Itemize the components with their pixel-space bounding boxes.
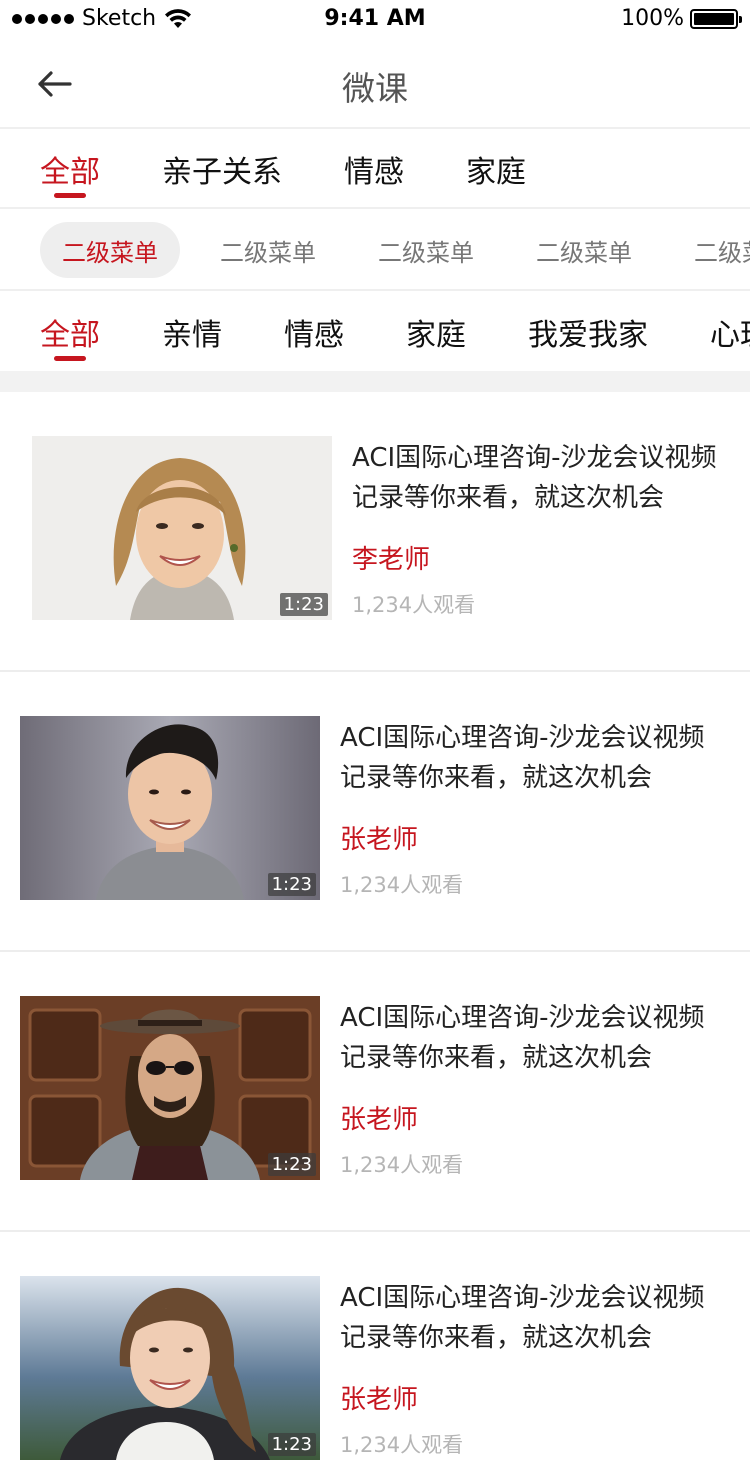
- tab-tertiary-family[interactable]: 家庭: [406, 293, 466, 371]
- video-duration: 1:23: [267, 1433, 316, 1456]
- battery-percent: 100%: [621, 6, 684, 31]
- tab-tertiary-emotion[interactable]: 情感: [284, 293, 344, 371]
- tab-label: 情感: [284, 318, 344, 353]
- tab-primary-all[interactable]: 全部: [40, 131, 100, 207]
- tab-primary-family[interactable]: 家庭: [466, 131, 526, 207]
- teacher-name[interactable]: 张老师: [340, 822, 720, 858]
- tab-label: 家庭: [466, 155, 526, 190]
- section-divider: [0, 371, 750, 392]
- status-bar: Sketch 9:41 AM 100%: [0, 0, 750, 40]
- course-info: ACI国际心理咨询-沙龙会议视频记录等你来看，就这次机会 李老师 1,234人观…: [352, 438, 732, 620]
- course-title[interactable]: ACI国际心理咨询-沙龙会议视频记录等你来看，就这次机会: [340, 1278, 720, 1358]
- tab-primary-emotion[interactable]: 情感: [344, 131, 404, 207]
- tab-label: 家庭: [406, 318, 466, 353]
- video-duration: 1:23: [267, 873, 316, 896]
- course-title[interactable]: ACI国际心理咨询-沙龙会议视频记录等你来看，就这次机会: [340, 718, 720, 798]
- course-info: ACI国际心理咨询-沙龙会议视频记录等你来看，就这次机会 张老师 1,234人观…: [340, 718, 720, 900]
- chip-secondary-1[interactable]: 二级菜单: [40, 222, 180, 278]
- course-thumbnail[interactable]: 1:23: [32, 436, 332, 620]
- view-count: 1,234人观看: [340, 873, 464, 897]
- teacher-name[interactable]: 张老师: [340, 1382, 720, 1418]
- tab-tertiary-kinship[interactable]: 亲情: [162, 293, 222, 371]
- tab-tertiary-love-home[interactable]: 我爱我家: [528, 293, 648, 371]
- tab-primary-parenting[interactable]: 亲子关系: [162, 131, 282, 207]
- active-tab-indicator: [54, 193, 86, 198]
- tertiary-category-tabs: 全部 亲情 情感 家庭 我爱我家 心理: [0, 293, 750, 371]
- course-info: ACI国际心理咨询-沙龙会议视频记录等你来看，就这次机会 张老师 1,234人观…: [340, 998, 720, 1180]
- tab-label: 全部: [40, 155, 100, 190]
- secondary-menu-chips: 二级菜单 二级菜单 二级菜单 二级菜单 二级菜单: [0, 211, 750, 291]
- chip-secondary-5[interactable]: 二级菜单: [672, 222, 750, 278]
- teacher-name[interactable]: 张老师: [340, 1102, 720, 1138]
- chip-secondary-4[interactable]: 二级菜单: [514, 222, 654, 278]
- tab-label: 我爱我家: [528, 318, 648, 353]
- view-count: 1,234人观看: [340, 1153, 464, 1177]
- active-tab-indicator: [54, 356, 86, 361]
- course-info: ACI国际心理咨询-沙龙会议视频记录等你来看，就这次机会 张老师 1,234人观…: [340, 1278, 720, 1460]
- chip-secondary-2[interactable]: 二级菜单: [198, 222, 338, 278]
- course-thumbnail[interactable]: 1:23: [20, 996, 320, 1180]
- primary-category-tabs: 全部 亲子关系 情感 家庭: [0, 131, 750, 209]
- tab-tertiary-psychology[interactable]: 心理: [710, 293, 750, 371]
- list-item[interactable]: 1:23 ACI国际心理咨询-沙龙会议视频记录等你来看，就这次机会 张老师 1,…: [0, 672, 750, 952]
- navigation-bar: 微课: [0, 40, 750, 129]
- view-count: 1,234人观看: [352, 593, 476, 617]
- list-item[interactable]: 1:23 ACI国际心理咨询-沙龙会议视频记录等你来看，就这次机会 张老师 1,…: [0, 952, 750, 1232]
- tab-label: 亲情: [162, 318, 222, 353]
- course-thumbnail[interactable]: 1:23: [20, 716, 320, 900]
- battery-icon: [690, 8, 742, 29]
- view-count: 1,234人观看: [340, 1433, 464, 1457]
- video-duration: 1:23: [267, 1153, 316, 1176]
- tab-label: 亲子关系: [162, 155, 282, 190]
- status-right: 100%: [621, 6, 742, 31]
- course-list: 1:23 ACI国际心理咨询-沙龙会议视频记录等你来看，就这次机会 李老师 1,…: [0, 392, 750, 1462]
- course-thumbnail[interactable]: 1:23: [20, 1276, 320, 1460]
- video-duration: 1:23: [279, 593, 328, 616]
- tab-tertiary-all[interactable]: 全部: [40, 293, 100, 371]
- course-title[interactable]: ACI国际心理咨询-沙龙会议视频记录等你来看，就这次机会: [340, 998, 720, 1078]
- tab-label: 全部: [40, 318, 100, 353]
- tab-label: 心理: [710, 318, 750, 353]
- list-item[interactable]: 1:23 ACI国际心理咨询-沙龙会议视频记录等你来看，就这次机会 李老师 1,…: [0, 392, 750, 672]
- tab-label: 情感: [344, 155, 404, 190]
- course-title[interactable]: ACI国际心理咨询-沙龙会议视频记录等你来看，就这次机会: [352, 438, 732, 518]
- teacher-name[interactable]: 李老师: [352, 542, 732, 578]
- chip-secondary-3[interactable]: 二级菜单: [356, 222, 496, 278]
- list-item[interactable]: 1:23 ACI国际心理咨询-沙龙会议视频记录等你来看，就这次机会 张老师 1,…: [0, 1232, 750, 1462]
- page-title: 微课: [342, 69, 408, 108]
